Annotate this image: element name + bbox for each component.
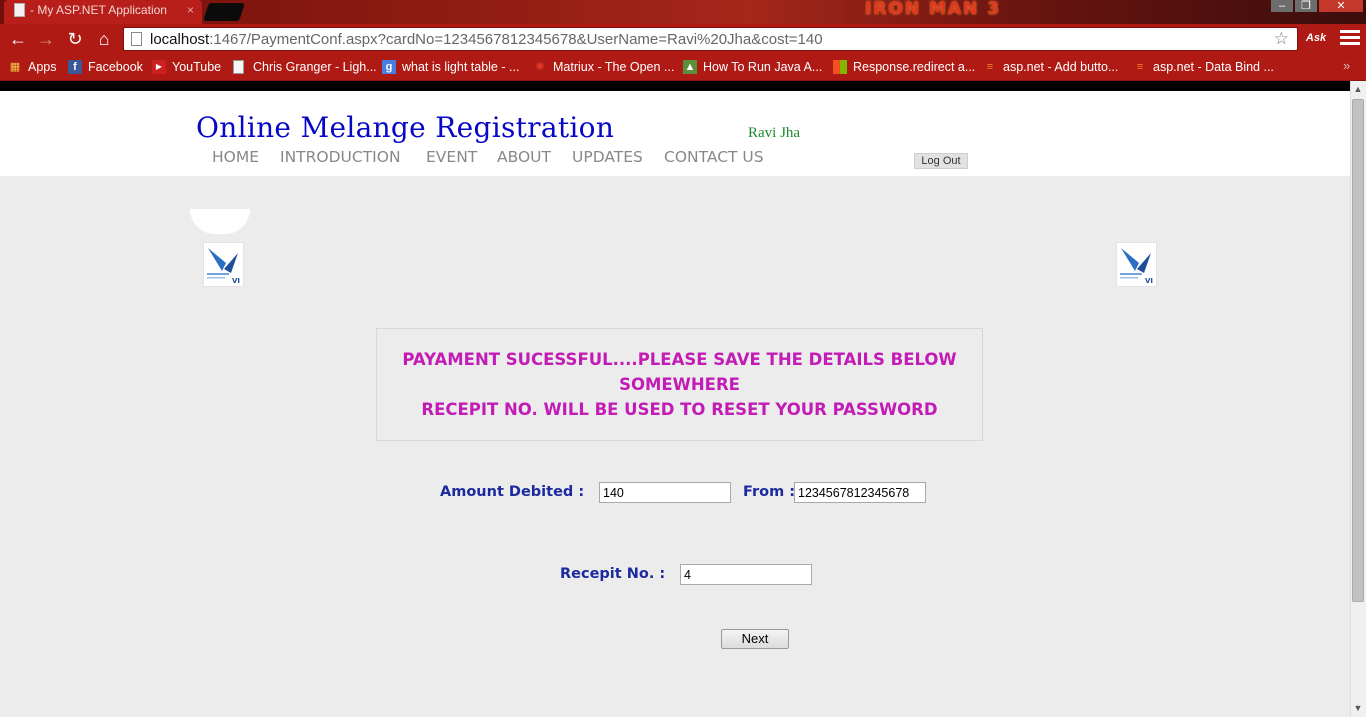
apps-grid-icon: ▦ xyxy=(9,61,21,73)
tab-close-icon[interactable]: × xyxy=(187,0,194,20)
bookmarks-overflow-icon[interactable]: » xyxy=(1343,58,1350,73)
windows-icon xyxy=(833,60,847,74)
menu-item-updates[interactable]: UPDATES xyxy=(572,148,643,166)
payment-success-message: PAYAMENT SUCESSFUL....PLEASE SAVE THE DE… xyxy=(376,328,983,441)
amount-debited-field[interactable] xyxy=(599,482,731,503)
bookmark-label: Apps xyxy=(28,60,57,74)
tab-title: - My ASP.NET Application xyxy=(30,3,167,17)
menu-item-home[interactable]: HOME xyxy=(212,148,259,166)
reload-icon[interactable]: ↻ xyxy=(63,27,87,51)
page-icon xyxy=(131,32,142,46)
scroll-down-icon[interactable]: ▼ xyxy=(1350,700,1366,717)
svg-text:VI: VI xyxy=(232,277,240,285)
menu-item-contact-us[interactable]: CONTACT US xyxy=(664,148,764,166)
stackoverflow-icon: ≡ xyxy=(986,61,994,73)
decorative-half-circle xyxy=(190,209,250,234)
bookmark-run-java[interactable]: ▲ How To Run Java A... xyxy=(683,58,822,76)
matriux-icon: ✺ xyxy=(535,61,545,73)
menu-item-about[interactable]: ABOUT xyxy=(497,148,551,166)
bookmark-label: Response.redirect a... xyxy=(853,60,976,74)
bookmark-light-table[interactable]: g what is light table - ... xyxy=(382,58,519,76)
bookmark-facebook[interactable]: f Facebook xyxy=(68,58,143,76)
new-tab-button[interactable] xyxy=(203,3,245,21)
google-icon: g xyxy=(382,60,396,74)
bookmarks-bar: ▦ Apps f Facebook ▶ YouTube Chris Grange… xyxy=(0,54,1366,81)
back-icon[interactable]: ← xyxy=(6,27,30,51)
bookmark-label: YouTube xyxy=(172,60,222,74)
receipt-no-field[interactable] xyxy=(680,564,812,585)
bookmark-label: asp.net - Add butto... xyxy=(1003,60,1119,74)
bookmark-label: asp.net - Data Bind ... xyxy=(1153,60,1274,74)
url-text[interactable]: localhost:1467/PaymentConf.aspx?cardNo=1… xyxy=(150,31,823,48)
bookmark-chris-granger[interactable]: Chris Granger - Ligh... xyxy=(233,58,377,76)
close-window-button[interactable]: ✕ xyxy=(1319,0,1363,12)
android-icon: ▲ xyxy=(683,60,697,74)
bookmark-star-icon[interactable]: ☆ xyxy=(1274,29,1289,49)
message-line-2: SOMEWHERE xyxy=(619,375,740,394)
youtube-icon: ▶ xyxy=(152,60,166,74)
amount-debited-label: Amount Debited : xyxy=(440,484,585,500)
svg-text:VI: VI xyxy=(1145,277,1153,285)
maximize-button[interactable]: ❐ xyxy=(1295,0,1317,12)
bookmark-label: Facebook xyxy=(88,60,143,74)
bookmark-asp-add-button[interactable]: ≡ asp.net - Add butto... xyxy=(983,58,1119,76)
url-host: localhost xyxy=(150,31,210,48)
browser-menu-icon[interactable] xyxy=(1340,30,1360,48)
bookmark-label: what is light table - ... xyxy=(402,60,520,74)
bookmark-label: Chris Granger - Ligh... xyxy=(253,60,377,74)
top-black-bar xyxy=(0,81,1350,91)
next-button[interactable]: Next xyxy=(721,629,789,649)
site-title: Online Melange Registration xyxy=(196,111,615,144)
menu-item-introduction[interactable]: INTRODUCTION xyxy=(280,148,401,166)
forward-icon[interactable]: → xyxy=(34,27,58,51)
bookmark-matriux[interactable]: ✺ Matriux - The Open ... xyxy=(533,58,674,76)
bookmark-asp-data-bind[interactable]: ≡ asp.net - Data Bind ... xyxy=(1133,58,1274,76)
page-icon xyxy=(233,60,244,74)
home-icon[interactable]: ⌂ xyxy=(92,27,116,51)
logo-image-left: VI xyxy=(203,242,244,287)
receipt-no-label: Recepit No. : xyxy=(560,566,666,582)
theme-banner-text: IRON MAN 3 xyxy=(865,0,1002,19)
logged-in-user: Ravi Jha xyxy=(748,125,801,141)
from-card-field[interactable] xyxy=(794,482,926,503)
message-line-1: PAYAMENT SUCESSFUL....PLEASE SAVE THE DE… xyxy=(402,350,957,369)
bookmark-label: Matriux - The Open ... xyxy=(553,60,675,74)
scroll-up-icon[interactable]: ▲ xyxy=(1350,81,1366,98)
logout-button[interactable]: Log Out xyxy=(914,153,968,169)
browser-tab[interactable]: - My ASP.NET Application × xyxy=(4,0,202,24)
facebook-icon: f xyxy=(68,60,82,74)
stackoverflow-icon: ≡ xyxy=(1136,61,1144,73)
bookmark-label: How To Run Java A... xyxy=(703,60,823,74)
browser-titlebar: - My ASP.NET Application × IRON MAN 3 – … xyxy=(0,0,1366,24)
page-icon xyxy=(14,3,25,17)
message-line-3: RECEPIT NO. WILL BE USED TO RESET YOUR P… xyxy=(421,400,938,419)
url-path: :1467/PaymentConf.aspx?cardNo=1234567812… xyxy=(209,31,823,48)
menu-item-event[interactable]: EVENT xyxy=(426,148,477,166)
minimize-button[interactable]: – xyxy=(1271,0,1293,12)
logo-image-right: VI xyxy=(1116,242,1157,287)
bookmark-youtube[interactable]: ▶ YouTube xyxy=(152,58,221,76)
address-bar[interactable]: localhost:1467/PaymentConf.aspx?cardNo=1… xyxy=(123,27,1298,51)
scroll-thumb[interactable] xyxy=(1352,99,1364,602)
bookmark-response-redirect[interactable]: Response.redirect a... xyxy=(833,58,975,76)
ask-toolbar-icon[interactable]: Ask xyxy=(1305,28,1327,48)
from-card-label: From : xyxy=(743,484,796,500)
bookmark-apps[interactable]: ▦ Apps xyxy=(8,58,57,76)
